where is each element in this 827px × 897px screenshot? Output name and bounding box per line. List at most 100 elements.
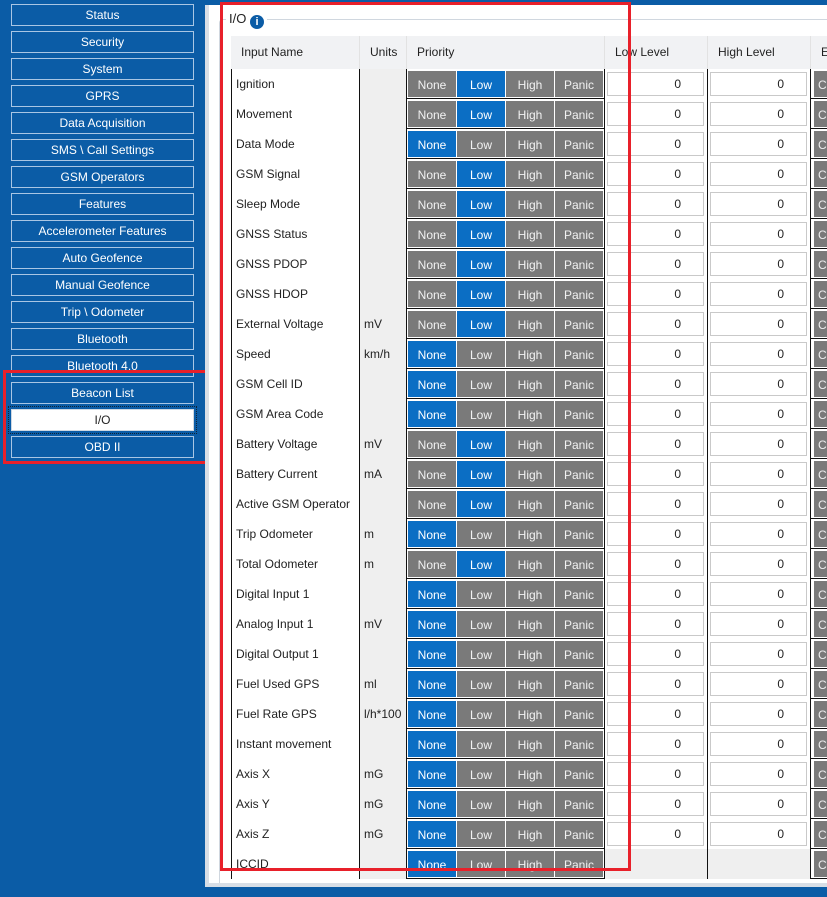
priority-low-button[interactable]: Low bbox=[457, 341, 505, 367]
sidebar-item-security[interactable]: Security bbox=[11, 31, 194, 53]
event-button[interactable]: C bbox=[814, 281, 827, 307]
priority-high-button[interactable]: High bbox=[506, 671, 554, 697]
event-button[interactable]: C bbox=[814, 191, 827, 217]
low-level-input[interactable]: 0 bbox=[607, 162, 704, 186]
low-level-input[interactable]: 0 bbox=[607, 132, 704, 156]
priority-none-button[interactable]: None bbox=[408, 641, 456, 667]
priority-panic-button[interactable]: Panic bbox=[555, 761, 603, 787]
priority-high-button[interactable]: High bbox=[506, 281, 554, 307]
priority-none-button[interactable]: None bbox=[408, 731, 456, 757]
low-level-input[interactable]: 0 bbox=[607, 252, 704, 276]
priority-low-button[interactable]: Low bbox=[457, 791, 505, 817]
event-button[interactable]: C bbox=[814, 521, 827, 547]
sidebar-item-data-acquisition[interactable]: Data Acquisition bbox=[11, 112, 194, 134]
sidebar-item-bluetooth[interactable]: Bluetooth bbox=[11, 328, 194, 350]
sidebar-item-features[interactable]: Features bbox=[11, 193, 194, 215]
high-level-input[interactable]: 0 bbox=[710, 192, 807, 216]
priority-low-button[interactable]: Low bbox=[457, 701, 505, 727]
priority-panic-button[interactable]: Panic bbox=[555, 341, 603, 367]
priority-low-button[interactable]: Low bbox=[457, 731, 505, 757]
priority-high-button[interactable]: High bbox=[506, 521, 554, 547]
priority-panic-button[interactable]: Panic bbox=[555, 311, 603, 337]
priority-high-button[interactable]: High bbox=[506, 701, 554, 727]
priority-high-button[interactable]: High bbox=[506, 641, 554, 667]
high-level-input[interactable]: 0 bbox=[710, 402, 807, 426]
low-level-input[interactable]: 0 bbox=[607, 282, 704, 306]
event-button[interactable]: C bbox=[814, 431, 827, 457]
high-level-input[interactable]: 0 bbox=[710, 162, 807, 186]
event-button[interactable]: C bbox=[814, 371, 827, 397]
event-button[interactable]: C bbox=[814, 461, 827, 487]
priority-panic-button[interactable]: Panic bbox=[555, 551, 603, 577]
priority-panic-button[interactable]: Panic bbox=[555, 161, 603, 187]
priority-low-button[interactable]: Low bbox=[457, 671, 505, 697]
priority-panic-button[interactable]: Panic bbox=[555, 851, 603, 877]
priority-panic-button[interactable]: Panic bbox=[555, 281, 603, 307]
high-level-input[interactable]: 0 bbox=[710, 72, 807, 96]
priority-high-button[interactable]: High bbox=[506, 431, 554, 457]
event-button[interactable]: C bbox=[814, 821, 827, 847]
event-button[interactable]: C bbox=[814, 311, 827, 337]
high-level-input[interactable]: 0 bbox=[710, 462, 807, 486]
low-level-input[interactable]: 0 bbox=[607, 102, 704, 126]
priority-panic-button[interactable]: Panic bbox=[555, 431, 603, 457]
high-level-input[interactable]: 0 bbox=[710, 822, 807, 846]
priority-panic-button[interactable]: Panic bbox=[555, 461, 603, 487]
priority-low-button[interactable]: Low bbox=[457, 491, 505, 517]
priority-panic-button[interactable]: Panic bbox=[555, 671, 603, 697]
event-button[interactable]: C bbox=[814, 131, 827, 157]
low-level-input[interactable]: 0 bbox=[607, 702, 704, 726]
priority-none-button[interactable]: None bbox=[408, 341, 456, 367]
low-level-input[interactable]: 0 bbox=[607, 642, 704, 666]
high-level-input[interactable]: 0 bbox=[710, 372, 807, 396]
high-level-input[interactable]: 0 bbox=[710, 102, 807, 126]
priority-none-button[interactable]: None bbox=[408, 671, 456, 697]
priority-high-button[interactable]: High bbox=[506, 221, 554, 247]
event-button[interactable]: C bbox=[814, 851, 827, 877]
event-button[interactable]: C bbox=[814, 611, 827, 637]
event-button[interactable]: C bbox=[814, 671, 827, 697]
event-button[interactable]: C bbox=[814, 791, 827, 817]
high-level-input[interactable]: 0 bbox=[710, 612, 807, 636]
event-button[interactable]: C bbox=[814, 551, 827, 577]
event-button[interactable]: C bbox=[814, 641, 827, 667]
priority-high-button[interactable]: High bbox=[506, 131, 554, 157]
high-level-input[interactable]: 0 bbox=[710, 282, 807, 306]
priority-none-button[interactable]: None bbox=[408, 251, 456, 277]
priority-high-button[interactable]: High bbox=[506, 371, 554, 397]
high-level-input[interactable]: 0 bbox=[710, 522, 807, 546]
priority-panic-button[interactable]: Panic bbox=[555, 821, 603, 847]
sidebar-item-status[interactable]: Status bbox=[11, 4, 194, 26]
priority-panic-button[interactable]: Panic bbox=[555, 521, 603, 547]
priority-none-button[interactable]: None bbox=[408, 701, 456, 727]
priority-none-button[interactable]: None bbox=[408, 371, 456, 397]
priority-low-button[interactable]: Low bbox=[457, 401, 505, 427]
low-level-input[interactable]: 0 bbox=[607, 312, 704, 336]
low-level-input[interactable]: 0 bbox=[607, 222, 704, 246]
priority-panic-button[interactable]: Panic bbox=[555, 371, 603, 397]
low-level-input[interactable]: 0 bbox=[607, 522, 704, 546]
priority-panic-button[interactable]: Panic bbox=[555, 221, 603, 247]
event-button[interactable]: C bbox=[814, 341, 827, 367]
priority-none-button[interactable]: None bbox=[408, 761, 456, 787]
priority-none-button[interactable]: None bbox=[408, 161, 456, 187]
high-level-input[interactable]: 0 bbox=[710, 252, 807, 276]
priority-low-button[interactable]: Low bbox=[457, 821, 505, 847]
priority-none-button[interactable]: None bbox=[408, 191, 456, 217]
priority-none-button[interactable]: None bbox=[408, 131, 456, 157]
high-level-input[interactable]: 0 bbox=[710, 672, 807, 696]
priority-low-button[interactable]: Low bbox=[457, 551, 505, 577]
sidebar-item-gsm-operators[interactable]: GSM Operators bbox=[11, 166, 194, 188]
priority-panic-button[interactable]: Panic bbox=[555, 491, 603, 517]
event-button[interactable]: C bbox=[814, 71, 827, 97]
priority-none-button[interactable]: None bbox=[408, 551, 456, 577]
priority-high-button[interactable]: High bbox=[506, 461, 554, 487]
high-level-input[interactable]: 0 bbox=[710, 312, 807, 336]
priority-low-button[interactable]: Low bbox=[457, 581, 505, 607]
priority-none-button[interactable]: None bbox=[408, 281, 456, 307]
event-button[interactable]: C bbox=[814, 401, 827, 427]
low-level-input[interactable]: 0 bbox=[607, 432, 704, 456]
priority-high-button[interactable]: High bbox=[506, 851, 554, 877]
low-level-input[interactable]: 0 bbox=[607, 552, 704, 576]
priority-low-button[interactable]: Low bbox=[457, 131, 505, 157]
